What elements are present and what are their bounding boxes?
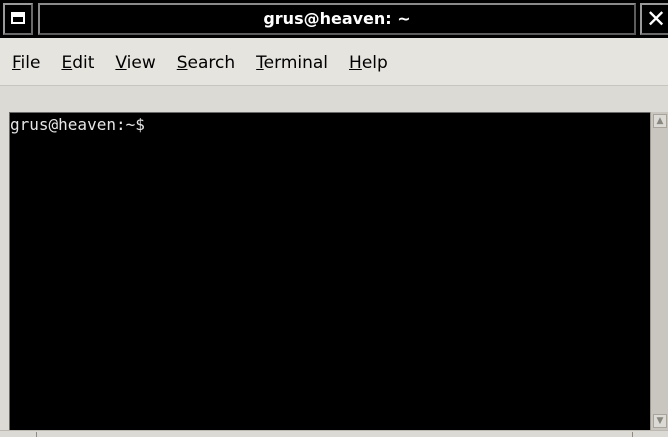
scroll-down-arrow-icon[interactable]: ▼	[653, 414, 667, 428]
menu-edit[interactable]: Edit	[61, 52, 94, 74]
frame-divider	[632, 432, 633, 437]
menu-search[interactable]: Search	[177, 52, 235, 74]
title-bar[interactable]: grus@heaven: ~ ✕	[0, 0, 668, 38]
menu-view[interactable]: View	[115, 52, 155, 74]
menu-terminal[interactable]: Terminal	[256, 52, 328, 74]
window-title: grus@heaven: ~	[263, 9, 411, 28]
window-menu-icon	[11, 12, 25, 24]
scrollbar-track[interactable]	[653, 130, 667, 412]
menu-help[interactable]: Help	[349, 52, 388, 74]
close-button[interactable]: ✕	[640, 3, 668, 35]
menu-bar: File Edit View Search Terminal Help	[0, 38, 668, 86]
bottom-frame	[0, 430, 668, 437]
window-menu-button[interactable]	[3, 3, 33, 35]
terminal-window: grus@heaven: ~ ✕ File Edit View Search T…	[0, 0, 668, 437]
content-frame-top	[0, 86, 668, 112]
close-icon: ✕	[646, 5, 667, 33]
title-area[interactable]: grus@heaven: ~	[38, 3, 636, 35]
menu-file[interactable]: File	[12, 52, 40, 74]
content-frame-left	[0, 86, 9, 430]
frame-divider	[36, 432, 37, 437]
vertical-scrollbar[interactable]: ▲ ▼	[650, 112, 668, 430]
terminal-prompt: grus@heaven:~$	[10, 115, 155, 134]
terminal-output[interactable]: grus@heaven:~$	[9, 112, 650, 430]
scroll-up-arrow-icon[interactable]: ▲	[653, 114, 667, 128]
